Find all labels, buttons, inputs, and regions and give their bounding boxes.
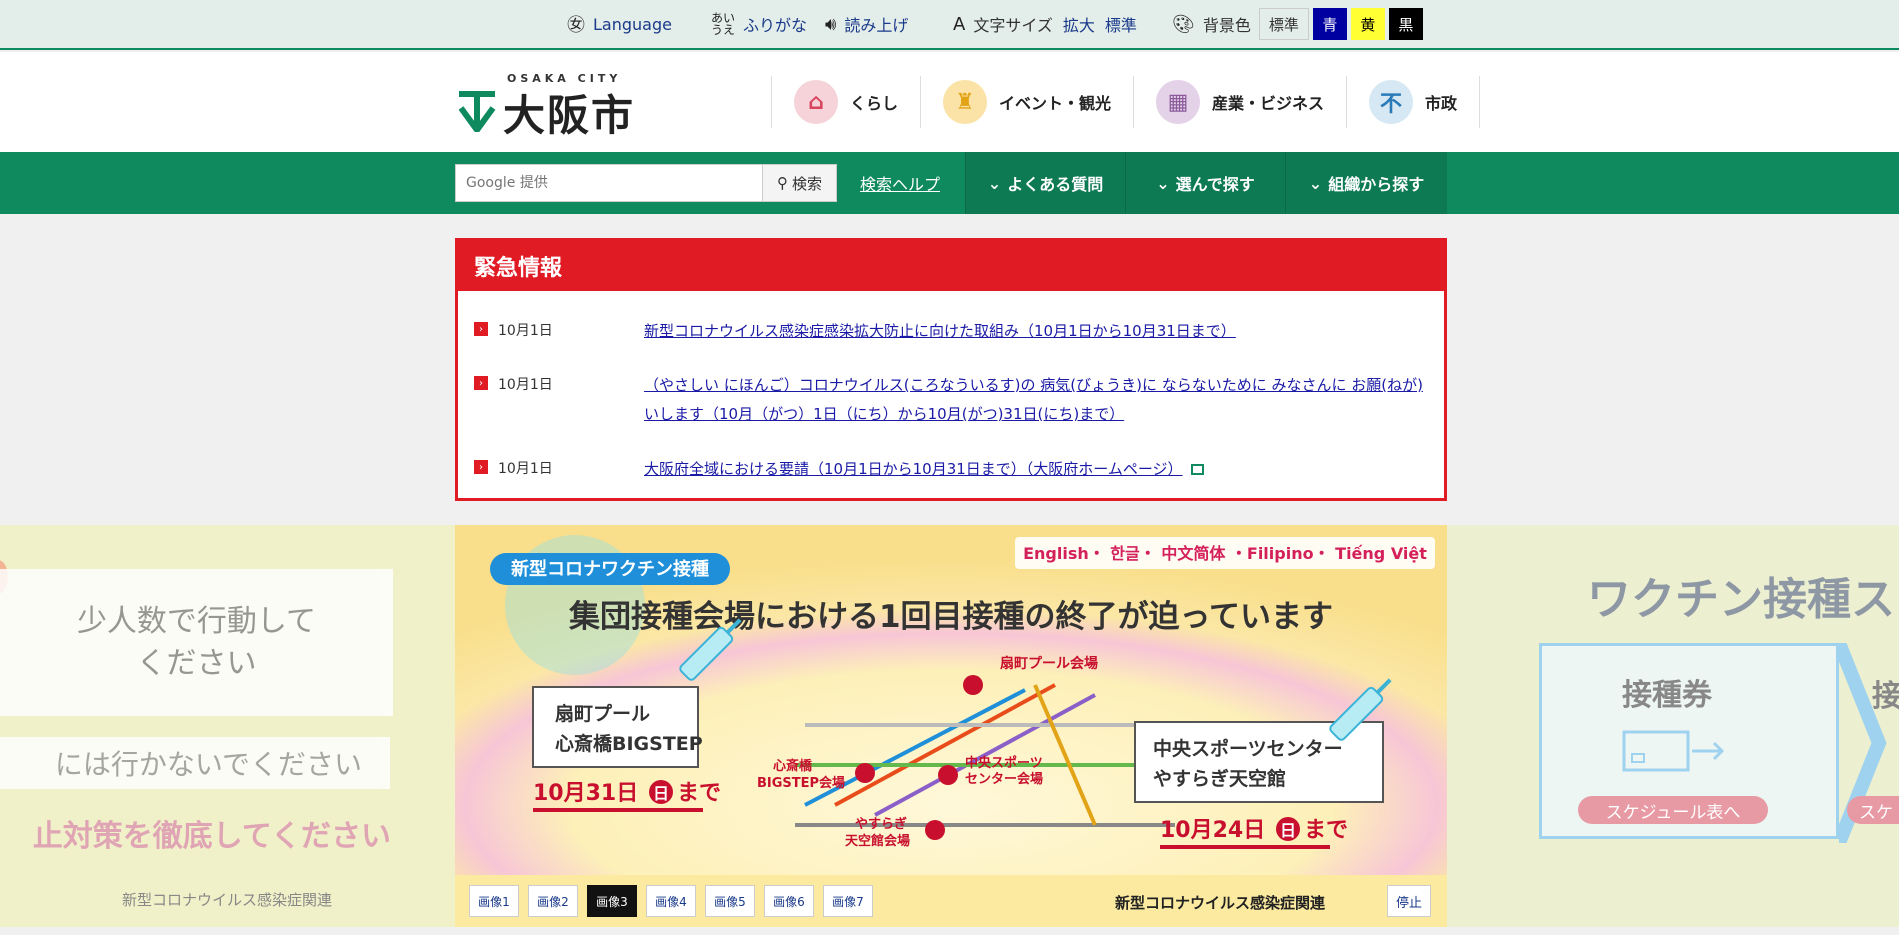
- venue-right-line1: 中央スポーツセンター: [1153, 737, 1343, 760]
- map-label-bigstep: BIGSTEP会場: [757, 775, 845, 791]
- venue-right-line2: やすらぎ天空館: [1153, 767, 1286, 790]
- choose-button[interactable]: ⌄ 選んで探す: [1125, 152, 1285, 214]
- search-nav-bar: ⚲ 検索 検索ヘルプ ⌄ よくある質問 ⌄ 選んで探す ⌄ 組織から探す: [0, 152, 1899, 214]
- date-left-day: 日: [653, 784, 669, 803]
- bg-standard-button[interactable]: 標準: [1258, 8, 1309, 40]
- palette-icon: 🎨︎: [1172, 13, 1195, 35]
- chevron-down-icon: ⌄: [1308, 173, 1323, 193]
- date-right-label: 10月24日: [1160, 818, 1265, 843]
- read-aloud-link[interactable]: 🔊︎ 読み上げ: [825, 0, 908, 48]
- vaccine-banner: 新型コロナワクチン接種 English・ 한글・ 中文简体 ・Filipino・…: [455, 525, 1447, 875]
- osaka-city-logo[interactable]: OSAKA CITY 大阪市: [455, 70, 645, 140]
- text-size-large-button[interactable]: 拡大: [1063, 12, 1095, 36]
- slide-5-button[interactable]: 画像5: [705, 885, 755, 917]
- slide-1-button[interactable]: 画像1: [469, 885, 519, 917]
- speaker-icon: 🔊︎: [825, 13, 837, 35]
- slide-selector: 画像1 画像2 画像3 画像4 画像5 画像6 画像7: [469, 885, 882, 917]
- external-window-icon: [1190, 464, 1204, 475]
- house-icon: ⌂: [794, 80, 838, 124]
- slide-7-button[interactable]: 画像7: [823, 885, 873, 917]
- search-input[interactable]: [455, 164, 763, 202]
- map-label-yasuragi: やすらぎ: [855, 816, 907, 832]
- arrow-right-icon: ›: [474, 376, 488, 390]
- chevron-down-icon: ⌄: [1156, 173, 1170, 193]
- bg-blue-button[interactable]: 青: [1312, 8, 1347, 40]
- search-form: ⚲ 検索: [455, 164, 837, 202]
- language-icon: ㊛: [567, 15, 585, 36]
- map-label-chuo: 中央スポーツ: [965, 755, 1043, 771]
- date-left-suffix: まで: [677, 781, 721, 806]
- castle-icon: ♜: [943, 80, 988, 124]
- slide-2-button[interactable]: 画像2: [528, 885, 578, 917]
- building-icon: ▦: [1156, 80, 1201, 124]
- carousel-main-slide[interactable]: 新型コロナワクチン接種 English・ 한글・ 中文简体 ・Filipino・…: [455, 525, 1447, 927]
- utility-bar: ㊛ Language あい うえ ふりがな 🔊︎ 読み上げ A 文字サイズ 拡大 …: [0, 0, 1899, 50]
- nav-business[interactable]: ▦ 産業・ビジネス: [1133, 76, 1346, 128]
- slide-6-button[interactable]: 画像6: [764, 885, 814, 917]
- emergency-title: 緊急情報: [458, 241, 1444, 291]
- venue-left-line1: 扇町プール: [555, 702, 650, 725]
- emergency-link[interactable]: 新型コロナウイルス感染症感染拡大防止に向けた取組み（10月1日から10月31日ま…: [644, 317, 1424, 346]
- faq-button[interactable]: ⌄ よくある質問: [965, 152, 1125, 214]
- stop-button[interactable]: 停止: [1387, 885, 1431, 917]
- arrow-right-icon: ›: [474, 322, 488, 336]
- slide-3-button[interactable]: 画像3: [587, 885, 637, 917]
- city-emblem-icon: [458, 91, 496, 132]
- text-size-icon: A: [953, 13, 966, 35]
- date-right-suffix: まで: [1304, 818, 1348, 843]
- emergency-info-panel: 緊急情報 › 10月1日 新型コロナウイルス感染症感染拡大防止に向けた取組み（1…: [455, 238, 1447, 501]
- language-link[interactable]: ㊛ Language: [567, 0, 672, 48]
- arrow-right-icon: ›: [474, 460, 488, 474]
- carousel-next-slide[interactable]: ワクチン接種ス 接種券 スケジュール表へ 接 スケ: [1447, 525, 1899, 927]
- search-icon: ⚲: [776, 174, 788, 192]
- nav-kurashi[interactable]: ⌂ くらし: [771, 76, 920, 128]
- city-emblem-icon: 不: [1369, 80, 1414, 124]
- map-label-center: センター会場: [965, 771, 1043, 787]
- schedule-button[interactable]: スケジュール表へ: [1578, 796, 1768, 824]
- map-label-ogimachi: 扇町プール会場: [1000, 655, 1098, 672]
- language-links: English・ 한글・ 中文简体 ・Filipino・ Tiếng Việt: [1023, 544, 1427, 563]
- search-help-link[interactable]: 検索ヘルプ: [860, 152, 940, 214]
- map-label-shinsaibashi: 心斎橋: [773, 758, 813, 774]
- venue-left-line2: 心斎橋BIGSTEP: [555, 732, 703, 755]
- bg-color-group: 🎨︎ 背景色 標準 青 黄 黒: [1172, 0, 1423, 48]
- ticket-panel: 接種券 スケジュール表へ: [1539, 643, 1839, 839]
- map-label-tenku: 天空館会場: [845, 833, 910, 849]
- text-size-group: A 文字サイズ 拡大 標準: [953, 12, 1137, 36]
- carousel-prev-slide[interactable]: 少人数で行動して ください には行かないでください 止対策を徹底してください 新…: [0, 525, 455, 927]
- text-size-standard-button[interactable]: 標準: [1105, 12, 1137, 36]
- emergency-link[interactable]: 大阪府全域における要請（10月1日から10月31日まで）（大阪府ホームページ）: [644, 455, 1424, 484]
- banner-headline: 集団接種会場における1回目接種の終了が迫っています: [568, 599, 1333, 635]
- chevron-down-icon: ⌄: [987, 173, 1002, 193]
- bg-yellow-button[interactable]: 黄: [1350, 8, 1385, 40]
- emergency-link[interactable]: （やさしい にほんご）コロナウイルス(ころなういるす)の 病気(びょうき)に な…: [644, 371, 1424, 429]
- date-left-label: 10月31日: [533, 781, 638, 806]
- date-right-day: 日: [1280, 821, 1296, 840]
- slide-caption: 新型コロナウイルス感染症関連: [1115, 894, 1326, 912]
- slide-4-button[interactable]: 画像4: [646, 885, 696, 917]
- nav-event[interactable]: ♜ イベント・観光: [920, 76, 1133, 128]
- site-header: OSAKA CITY 大阪市 ⌂ くらし ♜ イベント・観光 ▦ 産業・ビジネス…: [0, 52, 1899, 152]
- org-button[interactable]: ⌄ 組織から探す: [1285, 152, 1447, 214]
- furigana-link[interactable]: あい うえ ふりがな: [711, 0, 807, 48]
- bg-black-button[interactable]: 黒: [1388, 8, 1423, 40]
- global-nav: ⌂ くらし ♜ イベント・観光 ▦ 産業・ビジネス 不 市政: [771, 76, 1481, 128]
- ticket-icon: [1622, 730, 1725, 772]
- furigana-icon: あい うえ: [711, 11, 736, 37]
- badge-label: 新型コロナワクチン接種: [511, 558, 709, 580]
- nav-shisei[interactable]: 不 市政: [1346, 76, 1481, 128]
- search-button[interactable]: ⚲ 検索: [763, 164, 837, 202]
